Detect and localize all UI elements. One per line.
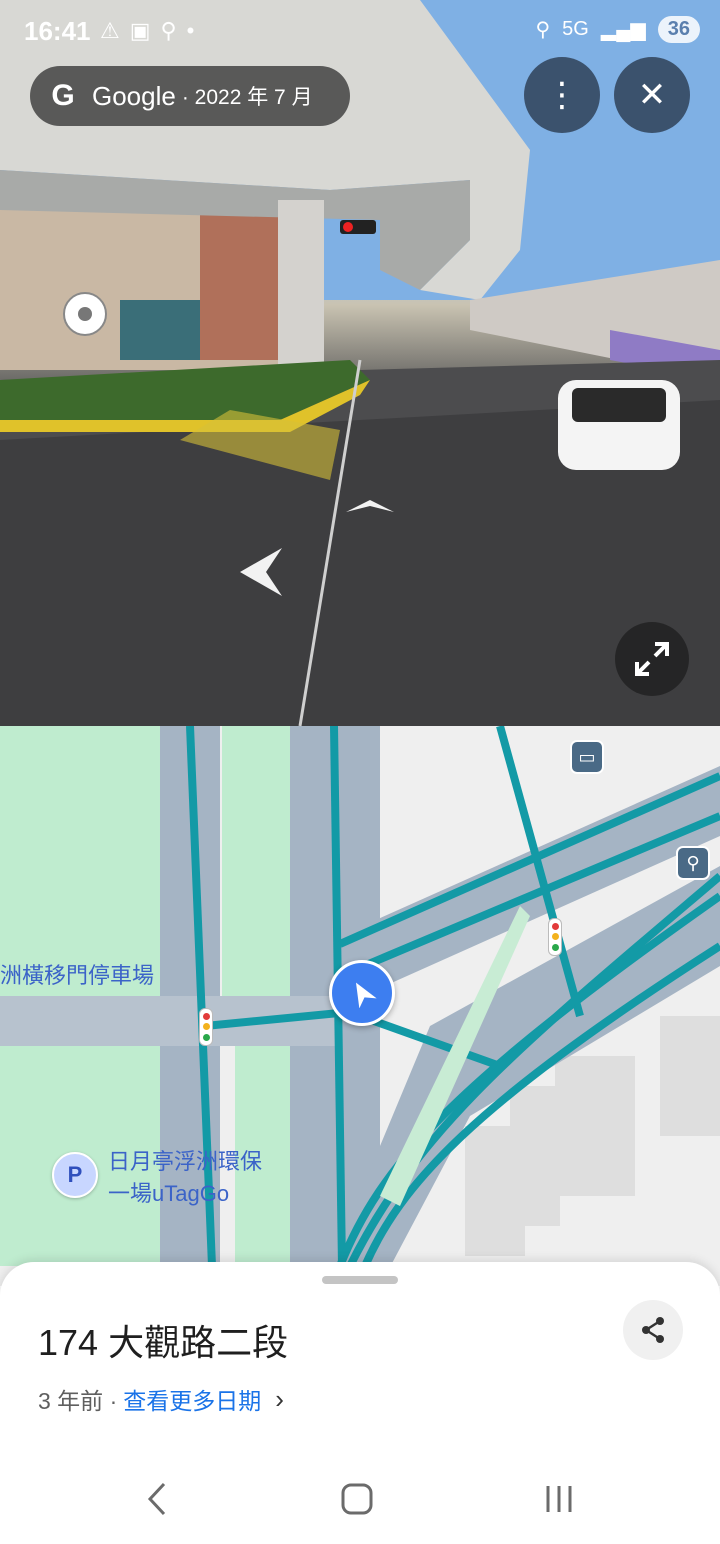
chevron-right-icon[interactable]: › xyxy=(275,1384,284,1415)
capture-date: · 2022 年 7 月 xyxy=(181,86,313,109)
status-bar: 16:41 ⚠▣⚲• ⚲ 5G ▂▄▆ 36 xyxy=(0,0,720,64)
status-time: 16:41 xyxy=(24,16,91,46)
navigation-arrow-icon xyxy=(356,982,377,1008)
parking-icon[interactable]: P xyxy=(52,1152,98,1198)
drag-handle[interactable] xyxy=(322,1276,398,1284)
system-navigation-bar xyxy=(0,1456,720,1544)
capture-info-pill[interactable]: G Google · 2022 年 7 月 xyxy=(30,66,350,126)
traffic-light-icon xyxy=(199,1008,213,1046)
back-icon xyxy=(147,1482,166,1516)
poi-marker[interactable] xyxy=(63,292,107,336)
google-logo-icon: G xyxy=(51,79,75,112)
home-button[interactable] xyxy=(340,1482,374,1521)
bike-station-icon[interactable]: ⚲ xyxy=(676,846,710,880)
more-options-button[interactable]: ⋮ xyxy=(524,57,600,133)
screen-capture-icon: ▣ xyxy=(129,18,161,43)
home-icon xyxy=(341,1483,373,1515)
share-icon xyxy=(642,1317,664,1343)
location-status-icon: ⚲ xyxy=(535,19,551,41)
dot-icon: • xyxy=(186,18,205,43)
brand-label: Google xyxy=(92,80,176,111)
bus-stop-icon[interactable]: ▭ xyxy=(570,740,604,774)
location-icon: ⚲ xyxy=(160,18,187,43)
network-type: 5G xyxy=(562,18,589,40)
traffic-light-icon xyxy=(548,918,562,956)
recents-button[interactable] xyxy=(542,1482,576,1521)
notification-icons: ⚠▣⚲• xyxy=(100,18,204,44)
close-button[interactable]: ✕ xyxy=(614,57,690,133)
address-title: 174 大觀路二段 xyxy=(38,1322,289,1363)
capture-meta: 3 年前 · 查看更多日期 › xyxy=(38,1382,284,1416)
capture-age: 3 年前 · xyxy=(38,1388,118,1414)
close-icon: ✕ xyxy=(637,76,667,114)
current-location-marker[interactable] xyxy=(329,960,395,1026)
poi-label-line1[interactable]: 日月亭浮洲環保 xyxy=(108,1144,262,1176)
share-button[interactable] xyxy=(623,1300,683,1360)
signal-icon: ▂▄▆ xyxy=(600,19,646,41)
system-icons: ⚲ 5G ▂▄▆ 36 xyxy=(535,16,700,43)
fullscreen-button[interactable] xyxy=(615,622,689,696)
more-vert-icon: ⋮ xyxy=(545,76,579,114)
recents-icon xyxy=(546,1486,572,1512)
expand-icon xyxy=(635,642,669,676)
battery-level: 36 xyxy=(657,16,700,43)
poi-label-line2[interactable]: 一場uTagGo xyxy=(108,1176,229,1208)
more-dates-link[interactable]: 查看更多日期 xyxy=(123,1382,261,1416)
warning-icon: ⚠ xyxy=(100,18,130,43)
back-button[interactable] xyxy=(146,1482,168,1521)
parking-lot-label[interactable]: 洲橫移門停車場 xyxy=(0,958,154,990)
